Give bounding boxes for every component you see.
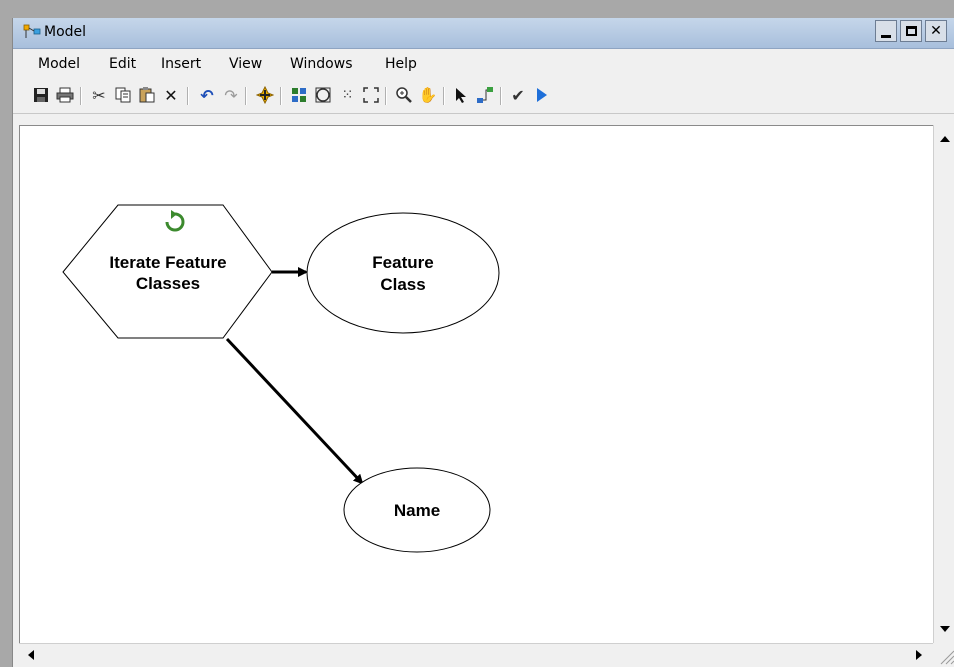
cut-button[interactable]: ✂ bbox=[89, 85, 109, 105]
title-bar[interactable]: Model ✕ bbox=[13, 18, 954, 49]
delete-icon: ✕ bbox=[164, 85, 178, 105]
name-label: Name bbox=[394, 501, 440, 520]
validate-button[interactable]: ✔ bbox=[508, 85, 528, 105]
minimize-icon bbox=[881, 34, 891, 38]
paste-button[interactable] bbox=[137, 85, 157, 105]
copy-icon bbox=[115, 87, 131, 103]
delete-button[interactable]: ✕ bbox=[161, 85, 181, 105]
menu-model[interactable]: Model bbox=[38, 56, 80, 72]
save-button[interactable] bbox=[31, 85, 51, 105]
redo-button[interactable]: ↷ bbox=[221, 85, 241, 105]
model-canvas[interactable]: Iterate Feature Classes Feature Class Na… bbox=[19, 125, 934, 645]
toolbar-separator bbox=[500, 87, 502, 105]
arrow-up-icon bbox=[940, 136, 950, 142]
print-button[interactable] bbox=[55, 85, 75, 105]
run-icon bbox=[537, 88, 547, 102]
toolbar-separator bbox=[280, 87, 282, 105]
menu-windows[interactable]: Windows bbox=[290, 56, 353, 72]
toolbar-separator bbox=[443, 87, 445, 105]
fixed-zoom-out-button[interactable] bbox=[361, 85, 381, 105]
menu-edit[interactable]: Edit bbox=[109, 56, 136, 72]
copy-button[interactable] bbox=[113, 85, 133, 105]
name-node[interactable]: Name bbox=[343, 467, 491, 553]
maximize-icon bbox=[905, 26, 917, 36]
resize-grip[interactable] bbox=[933, 643, 954, 665]
undo-button[interactable]: ↶ bbox=[197, 85, 217, 105]
scroll-up-button[interactable] bbox=[935, 129, 954, 149]
arrow-down-icon bbox=[940, 626, 950, 632]
menu-insert[interactable]: Insert bbox=[161, 56, 201, 72]
iterator-label-line2: Classes bbox=[136, 274, 200, 293]
horizontal-scrollbar[interactable] bbox=[19, 643, 933, 666]
toolbar-separator bbox=[80, 87, 82, 105]
connector-iterator-to-name[interactable] bbox=[225, 337, 364, 485]
undo-icon: ↶ bbox=[200, 85, 214, 105]
redo-icon: ↷ bbox=[224, 85, 238, 105]
fixed-zoom-in-icon: ⁙ bbox=[341, 87, 354, 103]
scroll-left-button[interactable] bbox=[21, 645, 41, 665]
save-icon bbox=[34, 88, 48, 102]
select-button[interactable] bbox=[451, 85, 471, 105]
toolbar-separator bbox=[245, 87, 247, 105]
connect-icon bbox=[477, 87, 493, 103]
menu-help[interactable]: Help bbox=[385, 56, 417, 72]
menu-bar: Model Edit Insert View Windows Help bbox=[13, 49, 954, 79]
select-icon bbox=[456, 88, 466, 103]
fixed-zoom-out-icon bbox=[363, 87, 379, 103]
print-icon bbox=[56, 87, 74, 103]
minimize-button[interactable] bbox=[875, 20, 897, 42]
resize-grip-icon bbox=[940, 650, 954, 665]
scroll-right-button[interactable] bbox=[909, 645, 929, 665]
feature-class-node[interactable]: Feature Class bbox=[306, 212, 500, 334]
fixed-zoom-in-button[interactable]: ⁙ bbox=[337, 85, 357, 105]
toolbar-separator bbox=[187, 87, 189, 105]
full-extent-icon bbox=[315, 87, 331, 103]
validate-icon: ✔ bbox=[511, 85, 525, 105]
arrow-left-icon bbox=[28, 650, 34, 660]
model-window: Model ✕ Model Edit Insert View Windows H… bbox=[12, 18, 954, 667]
run-button[interactable] bbox=[532, 85, 552, 105]
feature-class-label-line1: Feature bbox=[372, 253, 433, 272]
zoom-in-button[interactable] bbox=[394, 85, 414, 105]
add-data-button[interactable] bbox=[255, 85, 275, 105]
model-diagram: Iterate Feature Classes Feature Class Na… bbox=[62, 204, 500, 553]
add-data-icon bbox=[256, 86, 274, 104]
pan-icon: ✋ bbox=[418, 86, 438, 104]
maximize-button[interactable] bbox=[900, 20, 922, 42]
auto-layout-button[interactable] bbox=[289, 85, 309, 105]
auto-layout-icon bbox=[292, 88, 306, 102]
pan-button[interactable]: ✋ bbox=[418, 85, 438, 105]
feature-class-label-line2: Class bbox=[380, 275, 425, 294]
iterator-node[interactable]: Iterate Feature Classes bbox=[62, 204, 273, 339]
close-button[interactable]: ✕ bbox=[925, 20, 947, 42]
iterator-label-line1: Iterate Feature bbox=[109, 253, 226, 272]
paste-icon bbox=[139, 87, 155, 103]
toolbar-separator bbox=[385, 87, 387, 105]
zoom-in-icon bbox=[396, 87, 412, 103]
window-title: Model bbox=[44, 24, 87, 40]
close-icon: ✕ bbox=[930, 23, 942, 39]
scroll-down-button[interactable] bbox=[935, 619, 954, 639]
full-extent-button[interactable] bbox=[313, 85, 333, 105]
model-app-icon bbox=[23, 24, 41, 38]
arrow-right-icon bbox=[916, 650, 922, 660]
cut-icon: ✂ bbox=[92, 85, 106, 105]
connect-button[interactable] bbox=[475, 85, 495, 105]
vertical-scrollbar[interactable] bbox=[933, 125, 954, 643]
toolbar: ✂ ✕ ↶ ↷ ⁙ ✋ ✔ bbox=[13, 79, 954, 114]
menu-view[interactable]: View bbox=[229, 56, 262, 72]
